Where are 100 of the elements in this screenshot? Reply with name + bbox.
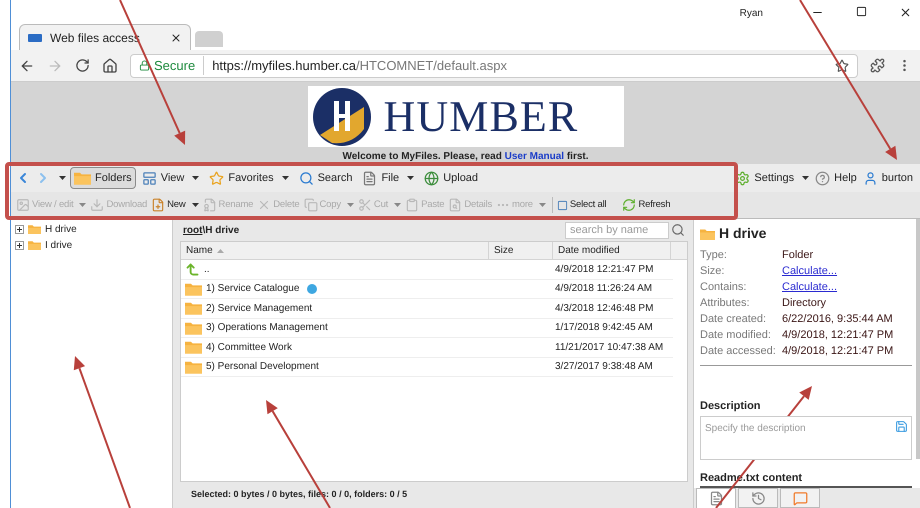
file-row[interactable]: 1) Service Catalogue 4/9/2018 11:26:24 AM	[181, 280, 673, 299]
property-value: 4/9/2018, 12:21:47 PM	[782, 328, 894, 343]
date-cell-text: 3/27/2017 9:38:48 AM	[554, 360, 653, 374]
date-cell-text: 4/3/2018 12:46:48 PM	[554, 302, 654, 316]
calculate-link[interactable]: Calculate...	[782, 278, 838, 296]
help-icon	[815, 170, 830, 186]
expand-icon[interactable]	[15, 224, 24, 234]
property-label: Date accessed:	[700, 344, 777, 359]
toolbar-button[interactable]: Refresh	[621, 194, 672, 216]
caret-icon	[346, 203, 354, 207]
toolbar-button[interactable]: Folders	[70, 167, 136, 189]
breadcrumb: root\H drive	[183, 224, 240, 238]
tree-item[interactable]: H drive	[15, 221, 172, 237]
folder-icon	[700, 228, 715, 240]
caret-icon	[192, 176, 200, 180]
caret-icon	[802, 176, 810, 180]
star-icon	[209, 170, 224, 186]
maximize-icon[interactable]	[856, 6, 867, 17]
property-value: Folder	[782, 248, 814, 263]
toolbar-button[interactable]: File	[358, 167, 418, 189]
download-icon	[90, 198, 104, 212]
file-row[interactable]: 2) Service Management 4/3/2018 12:46:48 PM	[181, 299, 673, 318]
date-cell-text: 4/9/2018 12:21:47 PM	[554, 262, 654, 277]
folder-icon	[28, 240, 41, 250]
date-cell-text: 1/17/2018 9:42:45 AM	[554, 321, 653, 336]
details-tab[interactable]	[696, 488, 736, 508]
description-field[interactable]: Specify the description	[700, 416, 912, 460]
bookmark-icon[interactable]	[835, 58, 849, 72]
root-link[interactable]: root	[183, 224, 202, 236]
address-field[interactable]: Secure https://myfiles.humber.ca/HTCOMNET/default.aspx	[130, 54, 858, 78]
clipboard-icon	[405, 198, 420, 212]
toolbar-button[interactable]: Search	[294, 167, 356, 189]
description-heading: Description	[700, 399, 762, 414]
property-label: Contains:	[700, 280, 748, 295]
url-text: https://myfiles.humber.ca/HTCOMNET/default.aspx	[211, 56, 507, 75]
window-icon	[142, 170, 157, 186]
search-icon[interactable]	[671, 223, 685, 237]
toolbar-button[interactable]: Upload	[420, 167, 482, 189]
up-arrow-icon	[185, 262, 200, 277]
copy-icon	[304, 198, 318, 212]
folder-icon	[28, 224, 41, 234]
caret-icon	[394, 203, 402, 207]
details-tab[interactable]	[738, 488, 778, 508]
close-tab-icon[interactable]	[170, 32, 182, 44]
checkbox-icon	[556, 200, 568, 210]
user-icon	[862, 170, 878, 186]
history-icon	[750, 490, 766, 506]
toolbar-button[interactable]: Select all	[556, 194, 608, 216]
save-icon[interactable]	[895, 420, 908, 432]
search-field[interactable]: search by name	[565, 222, 669, 238]
refresh-icon	[622, 198, 636, 212]
calculate-link[interactable]: Calculate...	[782, 262, 838, 280]
extension-icon[interactable]	[870, 58, 885, 73]
caret-icon	[538, 203, 546, 207]
welcome-text: Welcome to MyFiles. Please, read User Manual first.	[342, 150, 589, 164]
scissors-icon	[358, 198, 372, 212]
document-icon	[362, 170, 378, 186]
file-name: ..	[204, 262, 210, 277]
file-row[interactable]: 5) Personal Development 3/27/2017 9:38:48 AM	[181, 358, 673, 377]
file-name: 4) Committee Work	[206, 340, 292, 355]
property-value: 6/22/2016, 9:35:44 AM	[782, 312, 893, 327]
property-label: Date modified:	[700, 328, 772, 343]
property-label: Date created:	[700, 312, 768, 327]
toolbar-button[interactable]: Favorites	[205, 167, 293, 189]
toolbar-button[interactable]: Settings	[732, 167, 812, 189]
caret-icon	[79, 203, 86, 207]
settings-icon	[735, 170, 750, 186]
file-row[interactable]: 3) Operations Management 1/17/2018 9:42:45 AM	[181, 318, 673, 338]
column-header[interactable]: Date modified	[553, 242, 671, 259]
back-icon[interactable]	[19, 58, 35, 74]
file-name: 1) Service Catalogue	[206, 282, 300, 296]
toolbar-button[interactable]: View	[138, 167, 204, 189]
property-value: 4/9/2018, 12:21:47 PM	[782, 344, 894, 359]
secure-label: Secure	[154, 56, 204, 76]
property-label: Attributes:	[700, 296, 751, 311]
file-name: 5) Personal Development	[206, 360, 319, 374]
property-value: Directory	[782, 296, 826, 311]
new-file-icon	[151, 198, 166, 212]
toolbar-button[interactable]: burton	[860, 167, 916, 189]
property-label: Type:	[700, 248, 728, 263]
document-info-icon	[708, 491, 724, 506]
folder-icon	[74, 171, 91, 185]
expand-icon[interactable]	[15, 240, 24, 250]
home-icon[interactable]	[102, 58, 118, 74]
toolbar-button[interactable]: New	[150, 194, 200, 216]
column-header[interactable]: Size	[489, 242, 553, 259]
search-icon	[298, 170, 314, 186]
reload-icon[interactable]	[75, 58, 90, 73]
tree-item[interactable]: I drive	[15, 237, 172, 253]
file-row[interactable]: 4) Committee Work 11/21/2017 10:47:38 AM	[181, 338, 673, 358]
caret-icon	[282, 176, 289, 180]
column-header[interactable]: Name	[181, 242, 489, 259]
date-cell-text: 11/21/2017 10:47:38 AM	[554, 340, 664, 355]
user-manual-link[interactable]: User Manual	[504, 151, 564, 162]
globe-icon	[424, 170, 440, 186]
file-row[interactable]: .. 4/9/2018 12:21:47 PM	[181, 260, 673, 280]
folder-icon	[185, 360, 202, 374]
toolbar-button[interactable]: Help	[812, 167, 860, 189]
close-icon[interactable]	[899, 6, 912, 19]
humber-logo: HUMBER	[308, 86, 624, 147]
